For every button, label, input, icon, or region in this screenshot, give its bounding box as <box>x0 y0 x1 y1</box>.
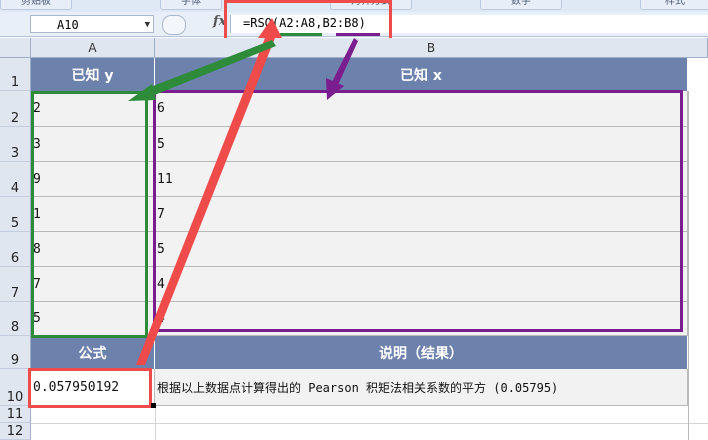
ribbon-group-styles[interactable]: 样式 <box>640 0 708 10</box>
row-header-6[interactable]: 6 <box>0 232 31 267</box>
ribbon-group-clipboard[interactable]: 剪贴板 <box>0 0 72 10</box>
row-header-12[interactable]: 12 <box>0 423 31 440</box>
gridline-row-11 <box>31 423 708 424</box>
known-x-highlight-box <box>153 90 683 332</box>
cancel-formula-button[interactable] <box>162 15 186 35</box>
header-cell-known-y[interactable]: 已知 y <box>31 58 155 91</box>
header-cell-known-x[interactable]: 已知 x <box>155 58 688 91</box>
gridline-col-b <box>155 406 156 440</box>
name-box-value: A10 <box>57 18 79 32</box>
column-header-b[interactable]: B <box>155 38 708 58</box>
name-box[interactable]: A10 ▼ <box>30 15 154 33</box>
row-header-5[interactable]: 5 <box>0 197 31 232</box>
fill-handle[interactable] <box>151 403 156 408</box>
row-header-7[interactable]: 7 <box>0 267 31 302</box>
row-header-3[interactable]: 3 <box>0 127 31 162</box>
row-header-4[interactable]: 4 <box>0 162 31 197</box>
formula-highlight-box <box>224 0 392 43</box>
row-header-1[interactable]: 1 <box>0 58 31 91</box>
header-cell-formula[interactable]: 公式 <box>31 336 155 369</box>
result-highlight-box <box>28 368 152 408</box>
known-y-highlight-box <box>31 91 148 338</box>
row-header-2[interactable]: 2 <box>0 91 31 127</box>
chevron-down-icon[interactable]: ▼ <box>145 16 150 34</box>
select-all-corner[interactable] <box>0 38 31 58</box>
row-header-11[interactable]: 11 <box>0 406 31 423</box>
ribbon-group-number[interactable]: 数字 <box>480 0 562 10</box>
gridline-col-c <box>688 91 689 440</box>
row-header-9[interactable]: 9 <box>0 336 31 369</box>
row-header-8[interactable]: 8 <box>0 302 31 336</box>
cell-b10-description[interactable]: 根据以上数据点计算得出的 Pearson 积矩法相关系数的平方 (0.05795… <box>155 369 688 406</box>
row-header-10[interactable]: 10 <box>0 369 31 406</box>
ribbon-group-font[interactable]: 字体 <box>160 0 222 10</box>
header-cell-description[interactable]: 说明（结果） <box>155 336 688 369</box>
column-header-a[interactable]: A <box>31 38 155 58</box>
